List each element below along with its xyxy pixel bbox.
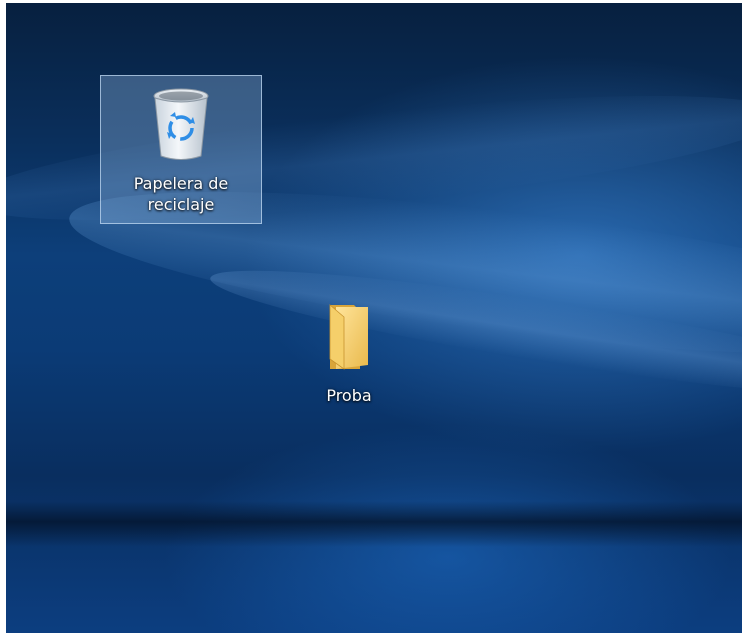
desktop-icon-label: Papelera de reciclaje: [133, 174, 229, 214]
desktop-icon-recycle-bin[interactable]: Papelera de reciclaje: [100, 75, 262, 224]
desktop-icon-label: Proba: [326, 386, 372, 405]
recycle-bin-icon: [146, 84, 216, 168]
wallpaper-dark-band: [6, 501, 742, 547]
desktop-icon-folder-proba[interactable]: Proba: [294, 293, 404, 413]
folder-icon: [314, 299, 384, 375]
desktop[interactable]: Papelera de reciclaje Proba: [6, 3, 742, 633]
wallpaper-light-beam: [205, 248, 742, 418]
